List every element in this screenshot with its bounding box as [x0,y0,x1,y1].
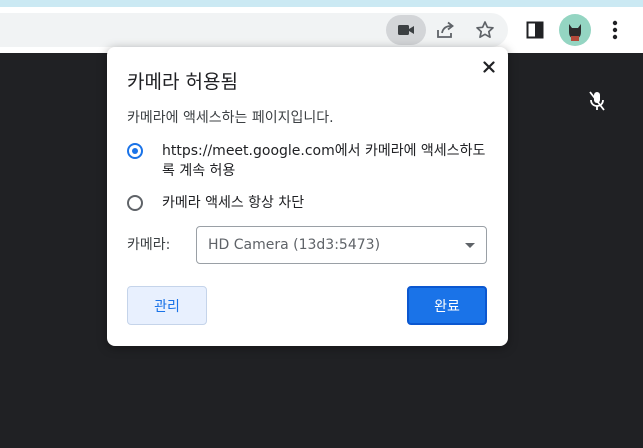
block-radio[interactable] [127,195,143,211]
block-option[interactable]: 카메라 액세스 항상 차단 [127,193,492,213]
block-option-label: 카메라 액세스 항상 차단 [162,195,305,211]
allow-radio[interactable] [127,143,143,159]
more-menu-icon [612,20,618,40]
allow-option-label: https://meet.google.com에서 카메라에 액세스하도록 계속… [162,143,486,179]
camera-label: 카메라: [127,237,171,253]
done-button[interactable]: 완료 [407,286,487,325]
share-button[interactable] [431,15,461,45]
profile-avatar[interactable] [559,14,591,46]
camera-select[interactable]: HD Camera (13d3:5473) [196,226,487,264]
close-button[interactable] [477,55,501,79]
microphone-off-button[interactable] [583,87,611,115]
tab-strip [0,0,643,7]
manage-button[interactable]: 관리 [127,286,207,325]
star-icon [476,21,494,39]
camera-permission-popup: 카메라 허용됨 카메라에 액세스하는 페이지입니다. https://meet.… [107,47,508,346]
close-icon [483,61,495,73]
popup-title: 카메라 허용됨 [127,71,238,93]
share-icon [437,21,454,38]
bookmark-button[interactable] [470,15,500,45]
camera-indicator-button[interactable] [386,15,426,45]
camera-icon [398,25,414,35]
more-menu-button[interactable] [600,15,630,45]
dropdown-arrow-icon [465,243,475,248]
mic-off-icon [589,91,605,111]
camera-select-value: HD Camera (13d3:5473) [208,237,381,253]
side-panel-icon [526,21,544,39]
popup-description: 카메라에 액세스하는 페이지입니다. [127,110,334,126]
allow-option[interactable]: https://meet.google.com에서 카메라에 액세스하도록 계속… [127,141,492,181]
avatar-icon [569,24,581,41]
side-panel-button[interactable] [520,15,550,45]
